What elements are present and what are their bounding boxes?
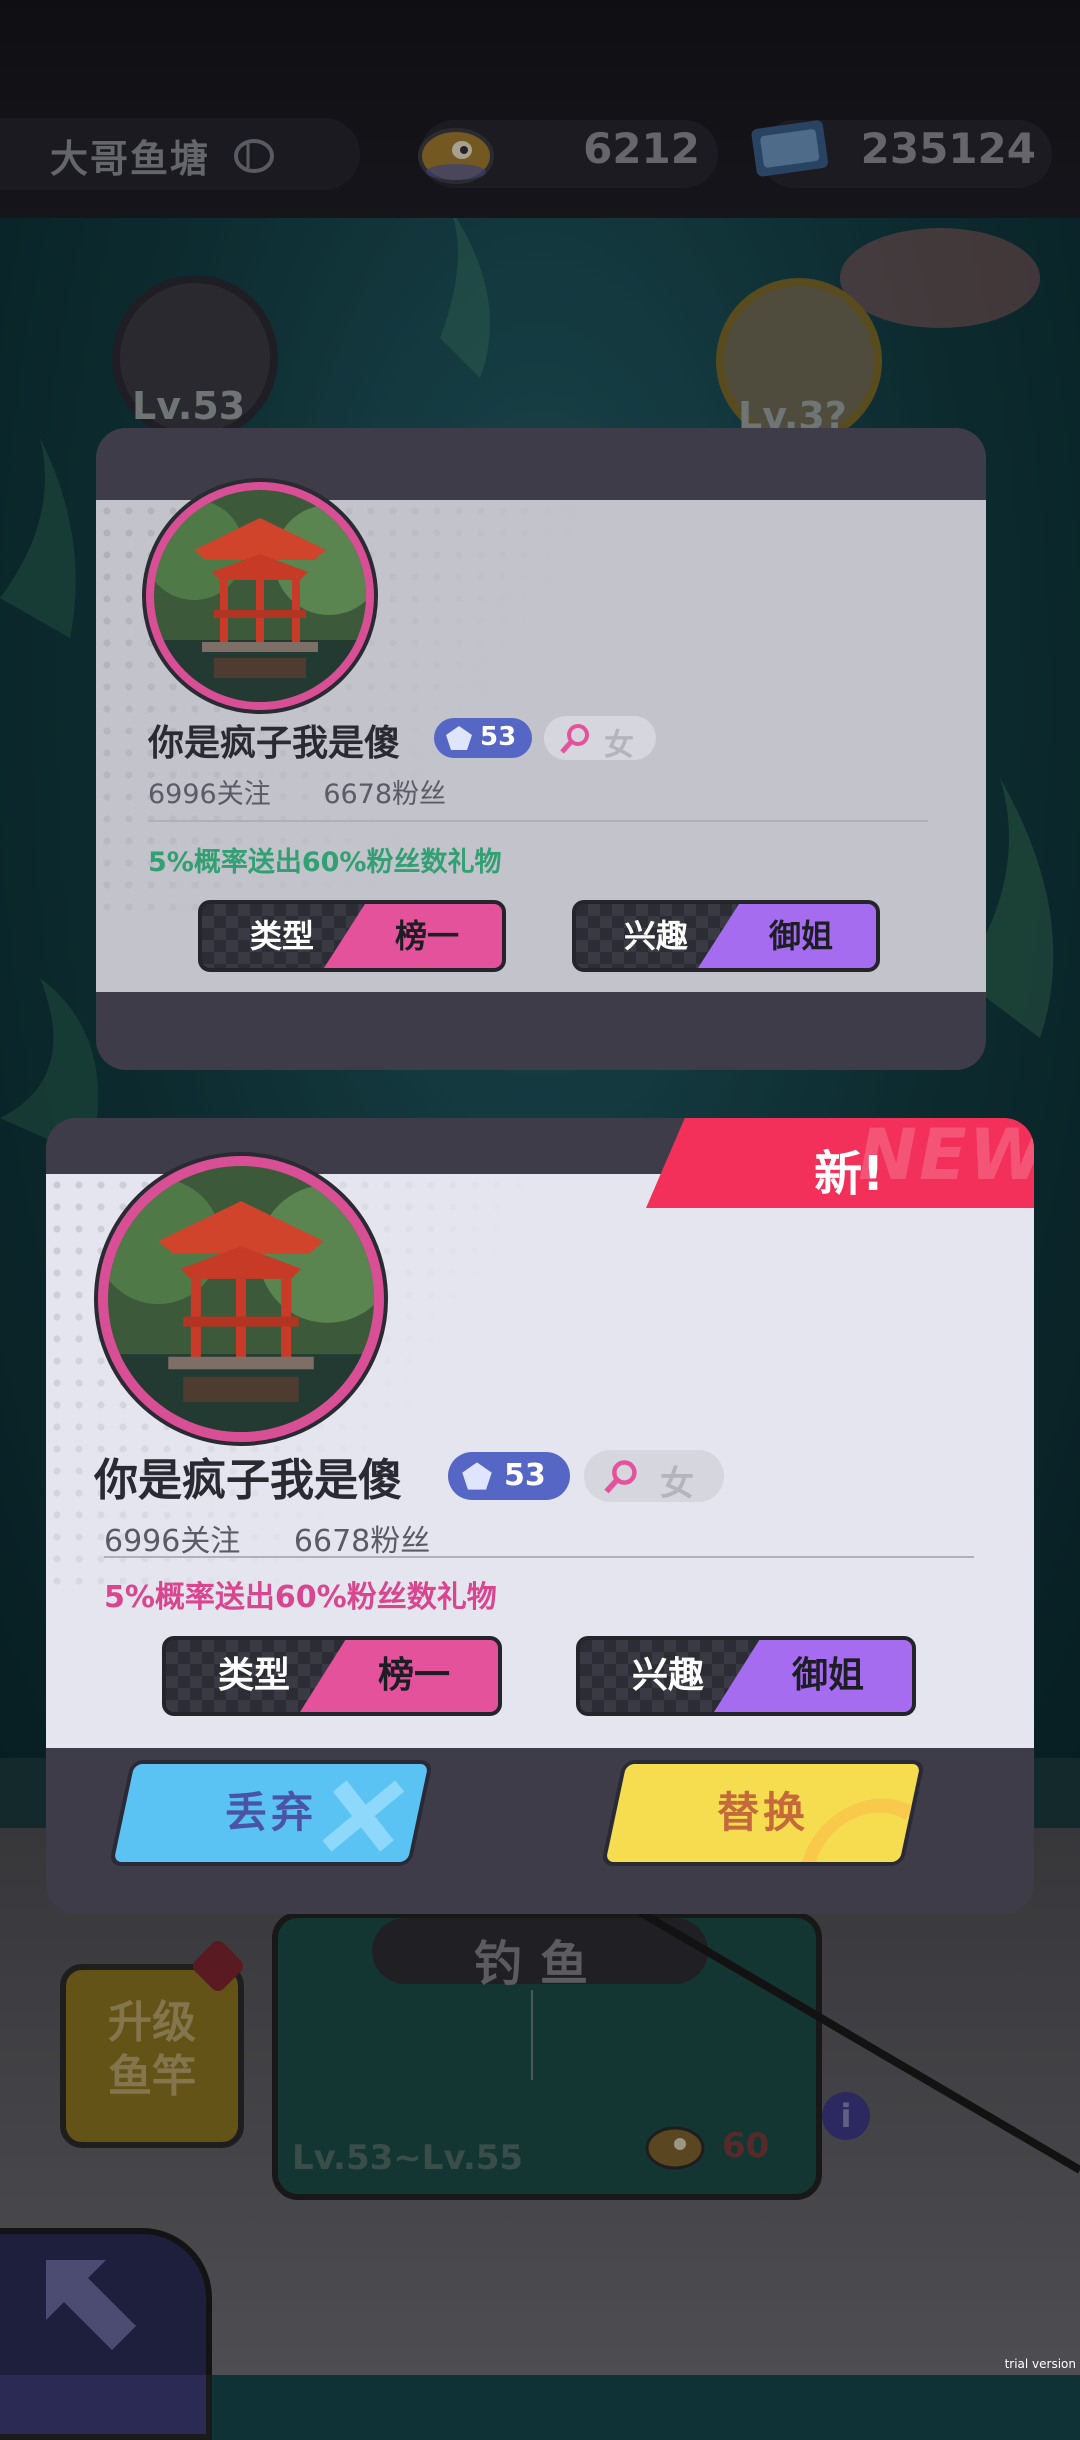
level-value: 53 xyxy=(480,722,517,752)
fan-nickname: 你是疯子我是傻 xyxy=(94,1455,402,1506)
gender-text: 女 xyxy=(604,728,634,763)
interest-tag: 兴趣 御姐 xyxy=(576,1636,916,1716)
level-badge: 53 xyxy=(448,1452,570,1500)
fan-stats: 6996关注 6678粉丝 xyxy=(148,772,490,811)
gender-pill: 女 xyxy=(544,716,656,763)
interest-tag: 兴趣 御姐 xyxy=(572,900,880,972)
pavilion-avatar-image xyxy=(108,1166,374,1432)
new-ribbon-ghost: NEW xyxy=(858,1118,1034,1196)
discard-button[interactable]: 丢弃 xyxy=(108,1760,434,1866)
trial-watermark: trial version xyxy=(1004,2357,1076,2371)
type-tag: 类型 榜一 xyxy=(198,900,506,972)
type-tag: 类型 榜一 xyxy=(162,1636,502,1716)
fans-count: 6678粉丝 xyxy=(323,779,447,810)
fan-stats: 6996关注 6678粉丝 xyxy=(104,1516,474,1560)
following-count: 6996关注 xyxy=(148,779,271,810)
female-symbol-icon xyxy=(604,1460,637,1494)
pavilion-avatar-image xyxy=(154,490,366,702)
current-fish-card: 你是疯子我是傻 53 女 6996关注 6678粉丝 5%概率送出60%粉丝数礼… xyxy=(96,428,986,1070)
gender-pill: 女 xyxy=(584,1450,724,1504)
gem-icon xyxy=(462,1462,492,1490)
divider xyxy=(104,1556,974,1558)
female-symbol-icon xyxy=(560,724,589,754)
level-value: 53 xyxy=(504,1458,546,1493)
replace-button[interactable]: 替换 xyxy=(600,1760,926,1866)
divider xyxy=(148,820,928,822)
fan-effect-text: 5%概率送出60%粉丝数礼物 xyxy=(104,1580,497,1615)
gender-text: 女 xyxy=(660,1464,694,1504)
following-count: 6996关注 xyxy=(104,1524,241,1559)
discard-label: 丢弃 xyxy=(224,1788,317,1837)
fan-nickname: 你是疯子我是傻 xyxy=(148,723,401,764)
new-ribbon: NEW 新! xyxy=(646,1118,1034,1208)
fans-count: 6678粉丝 xyxy=(293,1524,431,1559)
new-ribbon-text: 新! xyxy=(814,1146,884,1202)
level-badge: 53 xyxy=(434,718,532,758)
fan-effect-text: 5%概率送出60%粉丝数礼物 xyxy=(148,847,502,878)
gem-icon xyxy=(446,726,472,750)
replace-label: 替换 xyxy=(716,1788,809,1837)
